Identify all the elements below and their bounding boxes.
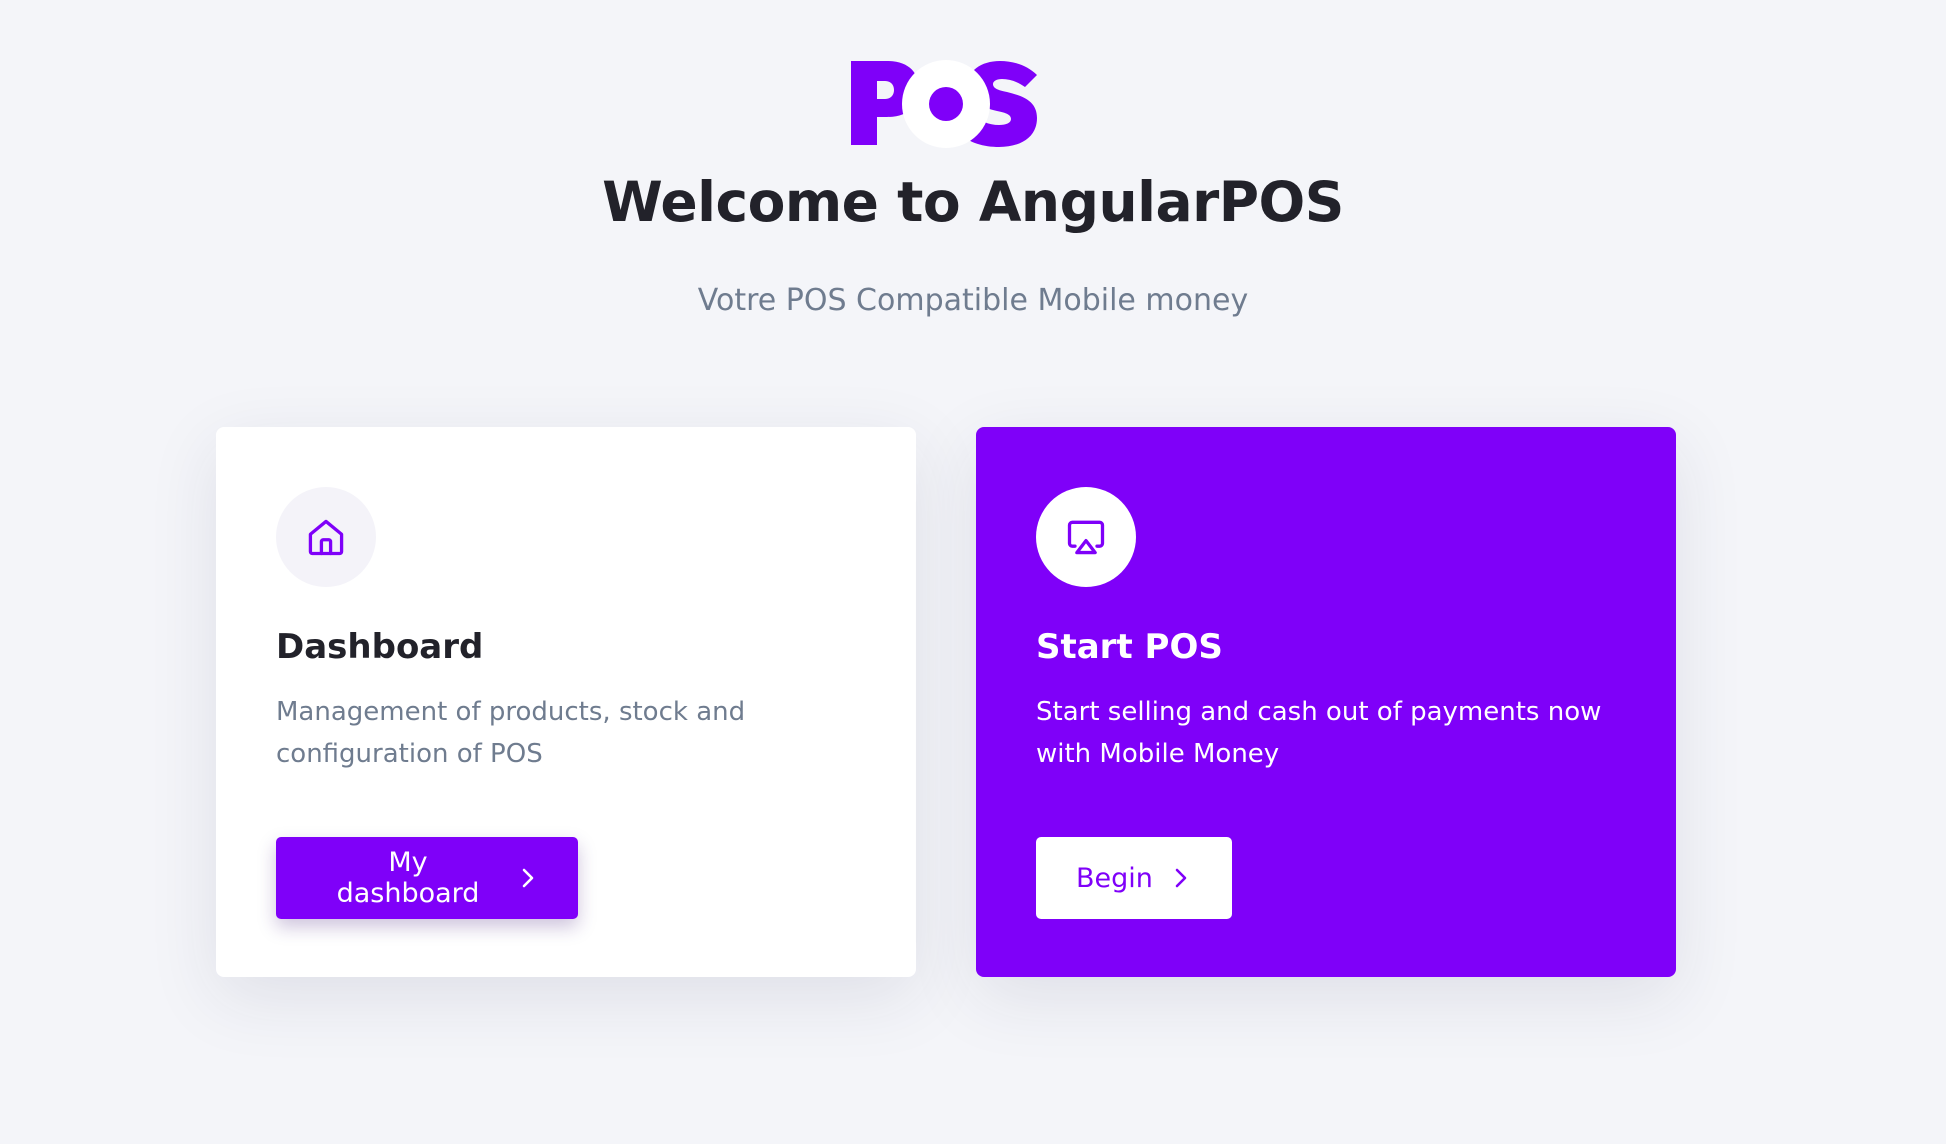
home-icon [308,519,344,556]
dashboard-card-title: Dashboard [276,627,484,667]
start-pos-card-description: Start selling and cash out of payments n… [1036,697,1602,769]
start-pos-card: Start POS Start selling and cash out of … [976,427,1676,977]
dashboard-card: Dashboard Management of products, stock … [216,427,916,977]
chevron-right-icon [518,866,538,890]
my-dashboard-button[interactable]: My dashboard [276,837,578,919]
dashboard-card-description: Management of products, stock and config… [276,697,746,769]
page-subtitle: Votre POS Compatible Mobile money [697,283,1249,318]
start-pos-icon-badge [1036,487,1136,587]
pos-logo [847,55,1047,150]
my-dashboard-button-label: My dashboard [336,847,480,909]
dashboard-icon-badge [276,487,376,587]
chevron-right-icon [1171,866,1191,890]
page-title: Welcome to AngularPOS [602,170,1344,234]
airplay-icon [1067,520,1105,555]
begin-button-label: Begin [1076,862,1153,894]
begin-button[interactable]: Begin [1036,837,1232,919]
welcome-page: Welcome to AngularPOS Votre POS Compatib… [0,0,1946,1144]
start-pos-card-title: Start POS [1036,627,1223,667]
